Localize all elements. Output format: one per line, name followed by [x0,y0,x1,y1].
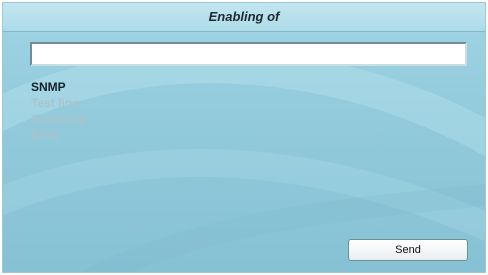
option-list: SNMP Test line Subtitling BISS [31,79,86,143]
dialog-titlebar: Enabling of [3,3,485,32]
enabling-text-field[interactable] [30,42,467,66]
send-button[interactable]: Send [348,239,468,261]
enabling-dialog: Enabling of SNMP Test line Subtitling BI… [2,2,486,273]
option-test-line[interactable]: Test line [31,95,86,111]
option-biss[interactable]: BISS [31,127,86,143]
dialog-title: Enabling of [208,9,280,24]
option-subtitling[interactable]: Subtitling [31,111,86,127]
option-snmp[interactable]: SNMP [31,79,86,95]
